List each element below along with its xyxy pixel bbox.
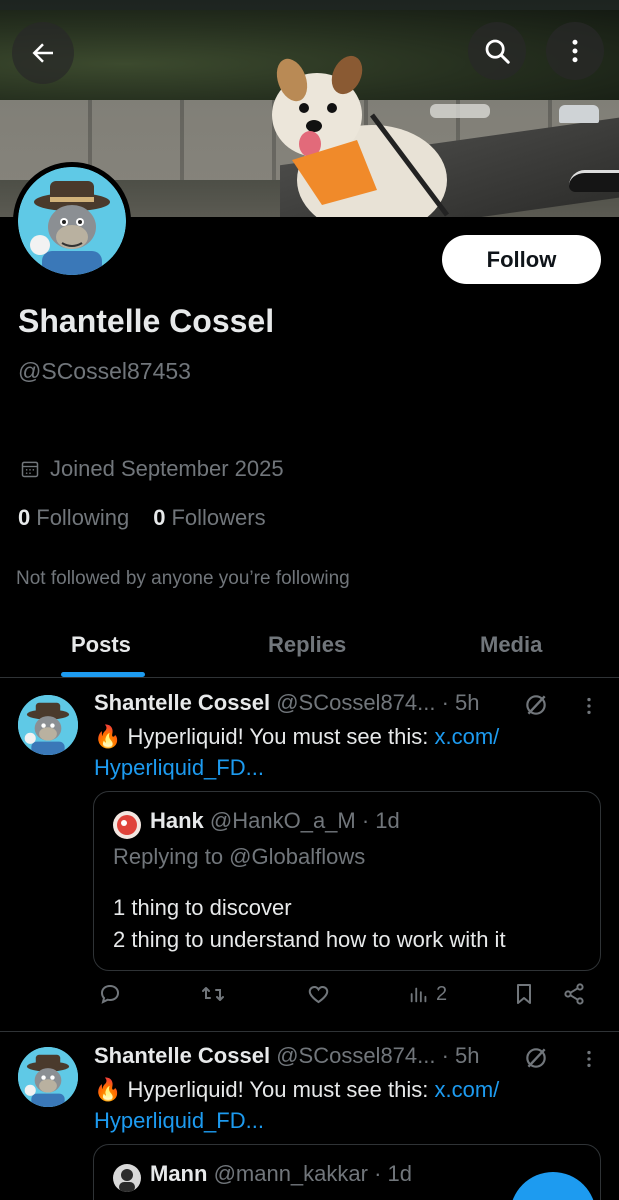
share-button[interactable]: [562, 982, 586, 1006]
quoted-author-avatar: [113, 1164, 141, 1192]
post-divider: [0, 1031, 619, 1032]
follow-stats: 0 Following 0 Followers: [18, 505, 266, 531]
post-link[interactable]: x.com/: [434, 724, 499, 749]
ape-avatar-image: [18, 1047, 78, 1107]
post-link[interactable]: x.com/: [434, 1077, 499, 1102]
quoted-author-name: Hank: [150, 808, 204, 833]
quoted-line-1: 1 thing to discover: [113, 895, 292, 920]
followers-label: Followers: [171, 505, 266, 530]
post-link-continued[interactable]: Hyperliquid_FD...: [94, 755, 264, 780]
reply-icon: [100, 984, 120, 1004]
active-tab-indicator: [61, 672, 145, 677]
follow-button[interactable]: Follow: [442, 235, 601, 284]
following-link[interactable]: 0 Following: [18, 505, 129, 531]
post-text: 🔥 Hyperliquid! You must see this: x.com/…: [94, 1074, 564, 1136]
back-arrow-icon: [32, 43, 53, 63]
post-link-continued[interactable]: Hyperliquid_FD...: [94, 1108, 264, 1133]
retweet-icon: [202, 987, 224, 1001]
not-followed-note: Not followed by anyone you’re following: [16, 568, 350, 589]
tab-replies[interactable]: Replies: [268, 632, 346, 658]
reply-button[interactable]: [98, 982, 122, 1006]
tab-posts[interactable]: Posts: [71, 632, 131, 658]
post-body: Hyperliquid! You must see this:: [121, 724, 435, 749]
tab-media[interactable]: Media: [480, 632, 542, 658]
post-avatar[interactable]: [18, 695, 78, 755]
following-count: 0: [18, 505, 31, 530]
quoted-body: 1 thing to discover 2 thing to understan…: [113, 892, 506, 956]
share-icon: [564, 983, 584, 1005]
post-header: Shantelle Cossel @SCossel874... · 5h: [94, 690, 480, 716]
followers-link[interactable]: 0 Followers: [153, 505, 265, 531]
quoted-meta: @mann_kakkar · 1d: [207, 1161, 412, 1186]
post-header: Shantelle Cossel @SCossel874... · 5h: [94, 1043, 480, 1069]
post-body: Hyperliquid! You must see this:: [121, 1077, 435, 1102]
quoted-author-name: Mann: [150, 1161, 208, 1186]
profile-name: Shantelle Cossel: [18, 303, 275, 339]
avatar-image: [113, 1164, 141, 1192]
quoted-header: Hank @HankO_a_M · 1d: [150, 808, 400, 834]
joined-text: Joined September 2025: [50, 456, 284, 481]
banner-shoe: [569, 170, 619, 192]
profile-tabs: Posts Replies Media: [0, 620, 619, 678]
avatar-image: [113, 811, 141, 839]
ape-avatar-image: [18, 695, 78, 755]
quoted-meta: @HankO_a_M · 1d: [203, 808, 400, 833]
like-button[interactable]: [306, 982, 331, 1006]
more-options-button[interactable]: [546, 22, 604, 80]
post-item[interactable]: Shantelle Cossel @SCossel874... · 5h 🔥 H…: [0, 1033, 619, 1200]
joined-date: Joined September 2025: [20, 456, 284, 482]
more-vertical-icon[interactable]: [578, 1047, 600, 1071]
post-author-name[interactable]: Shantelle Cossel: [94, 690, 270, 715]
bookmark-icon: [517, 984, 531, 1004]
views-button[interactable]: 2: [408, 982, 447, 1006]
quoted-line-2: 2 thing to understand how to work with i…: [113, 927, 506, 952]
fire-emoji: 🔥: [94, 1077, 122, 1102]
post-item[interactable]: Shantelle Cossel @SCossel874... · 5h 🔥 H…: [0, 680, 619, 1030]
banner-dog-image: [272, 55, 449, 217]
followers-count: 0: [153, 505, 166, 530]
following-label: Following: [36, 505, 130, 530]
fire-emoji: 🔥: [94, 724, 122, 749]
retweet-button[interactable]: [200, 982, 226, 1006]
bookmark-button[interactable]: [512, 982, 536, 1006]
quoted-header: Mann @mann_kakkar · 1d: [150, 1161, 412, 1187]
views-count: 2: [436, 982, 448, 1005]
post-meta: @SCossel874... · 5h: [270, 690, 480, 715]
post-text: 🔥 Hyperliquid! You must see this: x.com/…: [94, 721, 564, 783]
more-vertical-icon[interactable]: [578, 694, 600, 718]
search-icon: [485, 39, 510, 64]
quoted-post[interactable]: Hank @HankO_a_M · 1d Replying to @Global…: [93, 791, 601, 971]
views-icon: [410, 987, 427, 1003]
post-avatar[interactable]: [18, 1047, 78, 1107]
post-meta: @SCossel874... · 5h: [270, 1043, 480, 1068]
search-button[interactable]: [468, 22, 526, 80]
slash-circle-icon: [526, 695, 546, 715]
profile-avatar[interactable]: [13, 162, 131, 280]
ape-avatar-image: [18, 167, 126, 275]
post-author-name[interactable]: Shantelle Cossel: [94, 1043, 270, 1068]
banner-car: [559, 105, 599, 123]
heart-icon: [308, 985, 329, 1004]
back-button[interactable]: [12, 22, 74, 84]
quoted-author-avatar: [113, 811, 141, 839]
post-actions: 2: [0, 982, 619, 1022]
slash-circle-icon: [526, 1048, 546, 1068]
replying-to: Replying to @Globalflows: [113, 844, 366, 869]
calendar-icon: [21, 461, 39, 478]
profile-handle: @SCossel87453: [18, 358, 191, 384]
more-vertical-icon: [572, 39, 578, 63]
